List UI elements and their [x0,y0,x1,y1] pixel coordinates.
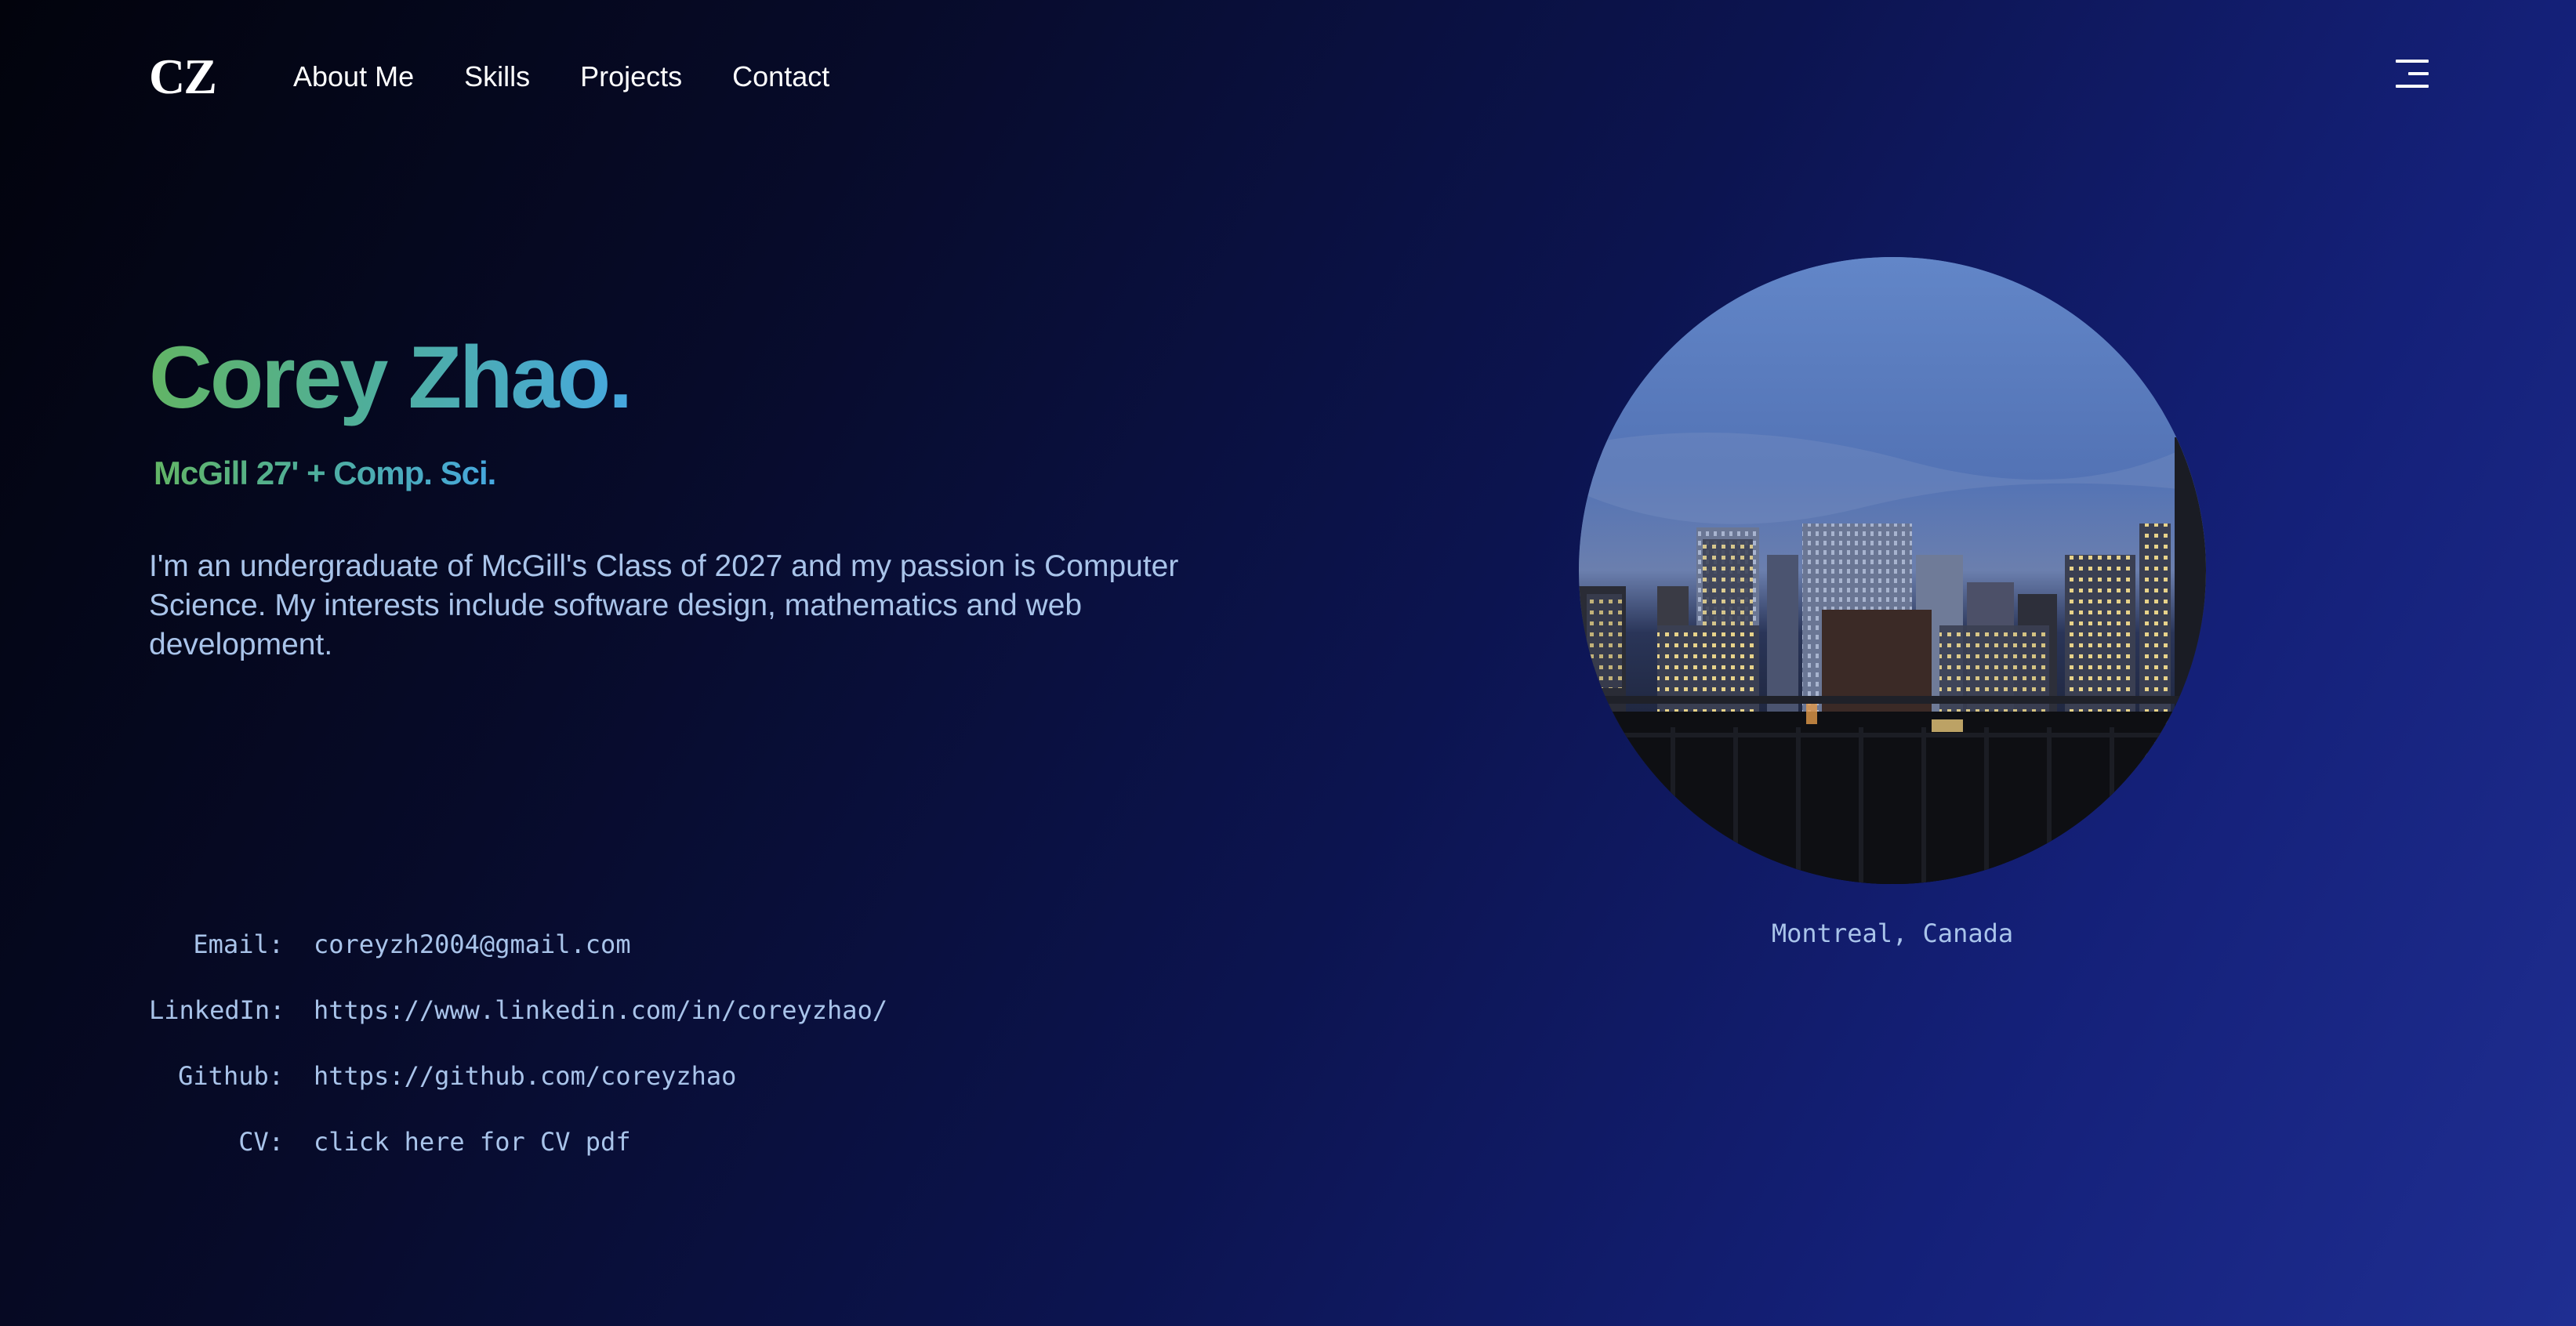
hero-bio: I'm an undergraduate of McGill's Class o… [149,549,1179,661]
photo-caption: Montreal, Canada [1771,918,2014,948]
contact-list: Email: coreyzh2004@gmail.com LinkedIn: h… [149,929,887,1193]
city-skyline-photo [1579,257,2206,884]
contact-row-github: Github: https://github.com/coreyzhao [149,1061,887,1127]
nav-skills[interactable]: Skills [464,56,530,97]
email-link[interactable]: coreyzh2004@gmail.com [314,929,631,959]
menu-line [2396,60,2429,63]
skyline-illustration [1579,257,2206,884]
cv-link[interactable]: click here for CV pdf [314,1127,631,1157]
hero-name: Corey Zhao. [149,323,633,433]
github-link[interactable]: https://github.com/coreyzhao [314,1061,736,1091]
hero-subtitle: McGill 27' + Comp. Sci. [154,451,496,495]
contact-row-cv: CV: click here for CV pdf [149,1127,887,1193]
contact-label: Github: [178,1061,284,1091]
main-nav: About Me Skills Projects Contact [293,56,880,97]
contact-label: LinkedIn: [149,995,285,1025]
hamburger-menu-icon[interactable] [2394,58,2429,89]
site-logo[interactable]: CZ [149,45,217,108]
linkedin-link[interactable]: https://www.linkedin.com/in/coreyzhao/ [314,995,887,1025]
contact-row-linkedin: LinkedIn: https://www.linkedin.com/in/co… [149,995,887,1061]
menu-line [2408,72,2429,75]
nav-projects[interactable]: Projects [580,56,682,97]
contact-label: CV: [238,1127,284,1157]
menu-line [2396,85,2429,88]
contact-label: Email: [193,929,284,959]
nav-contact[interactable]: Contact [732,56,829,97]
nav-about-me[interactable]: About Me [293,56,414,97]
contact-row-email: Email: coreyzh2004@gmail.com [149,929,887,995]
